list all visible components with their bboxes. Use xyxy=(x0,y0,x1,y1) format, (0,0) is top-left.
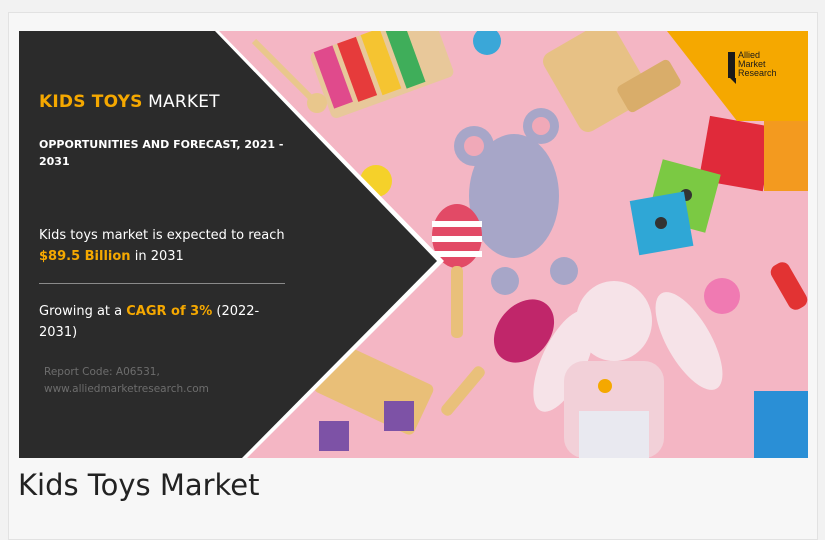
banner-title: KIDS TOYS MARKET xyxy=(39,92,220,112)
stat1-value: $89.5 Billion xyxy=(39,249,131,264)
cagr-stat: Growing at a CAGR of 3% (2022-2031) xyxy=(39,301,289,343)
title-highlight: KIDS TOYS xyxy=(39,92,143,112)
stat1-prefix: Kids toys market is expected to reach xyxy=(39,228,285,243)
allied-market-research-logo: Allied Market Research xyxy=(728,51,798,88)
report-code: Report Code: A06531, www.alliedmarketres… xyxy=(44,364,209,398)
website-text: www.alliedmarketresearch.com xyxy=(44,383,209,395)
stat2-value: CAGR of 3% xyxy=(126,304,213,319)
report-code-text: Report Code: A06531, xyxy=(44,366,160,378)
market-size-stat: Kids toys market is expected to reach $8… xyxy=(39,225,289,267)
logo-icon xyxy=(728,52,736,84)
stat1-suffix: in 2031 xyxy=(130,249,184,264)
banner-subtitle: OPPORTUNITIES AND FORECAST, 2021 - 2031 xyxy=(39,138,284,168)
stat2-prefix: Growing at a xyxy=(39,304,127,319)
title-rest: MARKET xyxy=(142,92,220,112)
stat-divider xyxy=(39,283,285,284)
logo-text: Allied Market Research xyxy=(738,51,777,78)
market-report-banner[interactable]: KIDS TOYS MARKET OPPORTUNITIES AND FOREC… xyxy=(19,31,808,458)
image-caption: Kids Toys Market xyxy=(18,468,260,502)
logo-line-3: Research xyxy=(738,68,777,78)
